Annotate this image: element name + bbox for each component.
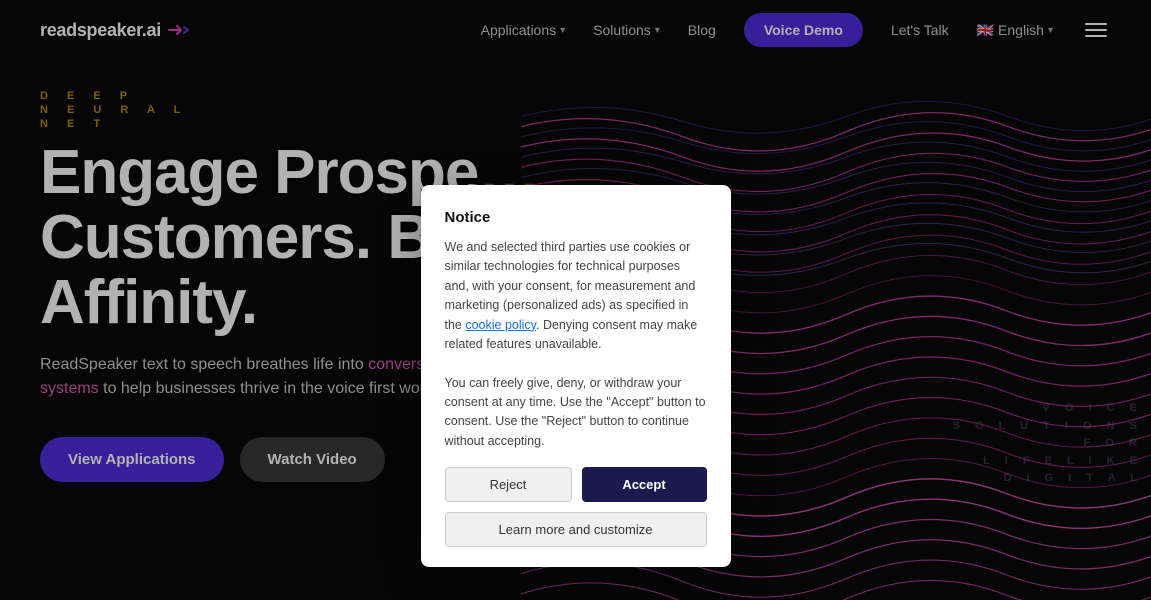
cookie-policy-link[interactable]: cookie policy	[465, 318, 536, 332]
cookie-customize-button[interactable]: Learn more and customize	[445, 512, 707, 547]
cookie-accept-button[interactable]: Accept	[582, 467, 707, 502]
cookie-primary-buttons: Reject Accept	[445, 467, 707, 502]
cookie-body-text-3: You can freely give, deny, or withdraw y…	[445, 376, 706, 448]
cookie-notice-modal: Notice We and selected third parties use…	[421, 185, 731, 567]
cookie-body: We and selected third parties use cookie…	[445, 238, 707, 451]
cookie-title: Notice	[445, 209, 707, 226]
cookie-reject-button[interactable]: Reject	[445, 467, 572, 502]
